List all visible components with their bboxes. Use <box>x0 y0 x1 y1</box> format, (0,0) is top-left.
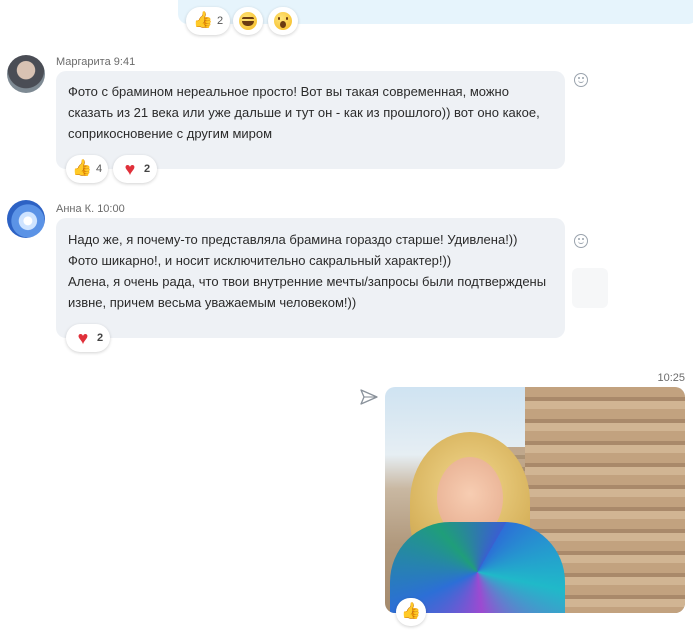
message-bubble[interactable]: Надо же, я почему-то представляла брамин… <box>56 218 565 338</box>
shared-photo[interactable] <box>385 387 685 613</box>
thumbs-up-icon: 👍 <box>71 160 92 177</box>
laughing-face-icon <box>239 12 257 30</box>
message-time: 9:41 <box>113 56 136 68</box>
reaction-thumbs-up[interactable]: 👍 4 <box>66 155 108 183</box>
avatar[interactable] <box>7 200 45 238</box>
avatar[interactable] <box>7 55 45 93</box>
add-reaction-icon[interactable] <box>574 234 588 248</box>
reaction-count: 2 <box>216 15 224 27</box>
message-action-placeholder <box>572 268 608 308</box>
sent-icon <box>360 389 378 405</box>
reaction-laugh[interactable] <box>233 7 263 35</box>
reaction-thumbs-up[interactable]: 👍 2 <box>186 7 230 35</box>
reaction-surprised[interactable] <box>268 7 298 35</box>
message-meta: Анна К. 10:00 <box>56 203 125 215</box>
heart-icon: ♥ <box>77 328 89 348</box>
author-name: Анна К. <box>56 203 95 215</box>
add-reaction-icon[interactable] <box>574 73 588 87</box>
surprised-face-icon <box>274 12 292 30</box>
thumbs-up-icon: 👍 <box>401 603 421 620</box>
message-time: 10:00 <box>97 203 125 215</box>
message-time: 10:25 <box>657 372 685 384</box>
author-name: Маргарита <box>56 56 111 68</box>
thumbs-up-icon: 👍 <box>192 12 213 29</box>
reaction-count: 2 <box>143 163 151 175</box>
message-text-line: Фото шикарно!, и носит исключительно сак… <box>68 253 452 268</box>
reaction-count: 2 <box>96 332 104 344</box>
message-text-line: Алена, я очень рада, что твои внутренние… <box>68 274 547 310</box>
reaction-thumbs-up[interactable]: 👍 <box>396 598 426 626</box>
message-text-line: Надо же, я почему-то представляла брамин… <box>68 232 518 247</box>
heart-icon: ♥ <box>124 159 136 179</box>
message-text: Фото с брамином нереальное просто! Вот в… <box>68 84 540 141</box>
reaction-heart[interactable]: ♥ 2 <box>66 324 110 352</box>
message-meta: Маргарита 9:41 <box>56 56 135 68</box>
reaction-heart[interactable]: ♥ 2 <box>113 155 157 183</box>
reaction-count: 4 <box>95 163 103 175</box>
